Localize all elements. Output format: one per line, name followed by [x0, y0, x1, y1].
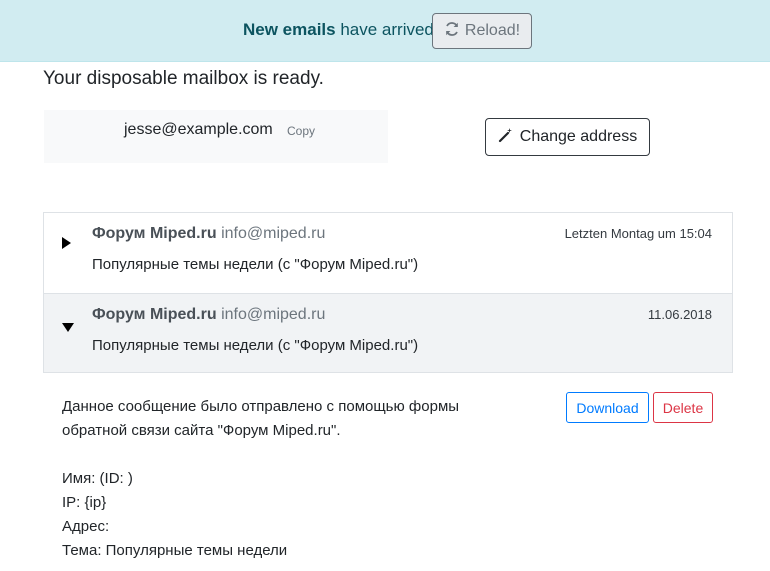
caret-down-icon	[62, 323, 74, 332]
mail-date: 11.06.2018	[647, 307, 712, 322]
caret-right-icon	[62, 237, 71, 249]
sender-email: info@miped.ru	[221, 225, 326, 242]
reload-button[interactable]: Reload!	[432, 13, 532, 49]
message-line: обратной связи сайта "Форум Miped.ru".	[62, 422, 341, 439]
message-name-line: Имя: (ID: )	[62, 470, 133, 487]
mail-date: Letzten Montag um 15:04	[564, 226, 712, 241]
delete-button[interactable]: Delete	[653, 392, 713, 423]
mail-item[interactable]: Форум Miped.ru info@miped.ru Популярные …	[44, 293, 732, 372]
refresh-icon	[444, 21, 460, 42]
message-line: Данное сообщение было отправлено с помощ…	[62, 398, 460, 415]
sender-email: info@miped.ru	[221, 306, 326, 323]
change-address-button[interactable]: Change address	[485, 118, 650, 156]
mail-subject: Популярные темы недели (с "Форум Miped.r…	[92, 256, 419, 273]
mail-subject: Популярные темы недели (с "Форум Miped.r…	[92, 337, 419, 354]
alert-text: have arrived.	[335, 20, 439, 39]
copy-button[interactable]: Copy	[287, 124, 315, 138]
sender-name: Форум Miped.ru	[92, 306, 217, 323]
alert-bold-text: New emails	[243, 20, 336, 39]
address-box: jesse@example.com Copy	[44, 110, 388, 163]
message-topic-line: Тема: Популярные темы недели	[62, 542, 288, 559]
page-title: Your disposable mailbox is ready.	[43, 68, 324, 89]
mail-sender: Форум Miped.ru info@miped.ru	[92, 225, 325, 243]
new-mail-alert: New emails have arrived. Reload!	[0, 0, 770, 62]
download-button[interactable]: Download	[566, 392, 649, 423]
change-address-label: Change address	[519, 128, 638, 145]
email-address: jesse@example.com	[124, 121, 273, 138]
message-ip-line: IP: {ip}	[62, 494, 107, 511]
magic-wand-icon	[498, 127, 514, 148]
message-body: Данное сообщение было отправлено с помощ…	[62, 395, 532, 563]
alert-message: New emails have arrived.	[243, 20, 439, 40]
mail-item[interactable]: Форум Miped.ru info@miped.ru Популярные …	[44, 213, 732, 293]
reload-label: Reload!	[464, 22, 521, 39]
sender-name: Форум Miped.ru	[92, 225, 217, 242]
message-address-line: Адрес:	[62, 518, 110, 535]
mail-list: Форум Miped.ru info@miped.ru Популярные …	[43, 212, 733, 373]
mail-sender: Форум Miped.ru info@miped.ru	[92, 306, 325, 324]
